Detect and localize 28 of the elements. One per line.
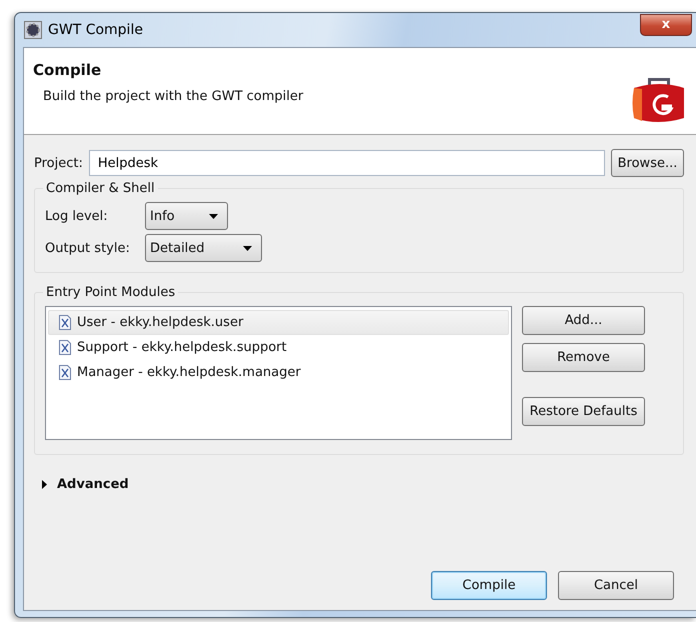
- field-label: Output style:: [45, 240, 131, 256]
- xml-file-icon: [59, 365, 71, 380]
- compile-button[interactable]: Compile: [431, 571, 547, 600]
- gear-icon: [24, 21, 42, 39]
- project-label: Project:: [34, 156, 83, 170]
- close-button[interactable]: x: [640, 14, 692, 36]
- browse-button[interactable]: Browse...: [611, 149, 684, 177]
- window-title: GWT Compile: [48, 22, 143, 38]
- group-title: Entry Point Modules: [45, 285, 176, 300]
- field-label: Log level:: [45, 208, 109, 224]
- module-item[interactable]: User - ekky.helpdesk.user: [48, 310, 509, 335]
- project-field[interactable]: Helpdesk: [88, 150, 605, 176]
- module-button[interactable]: Restore Defaults: [522, 397, 645, 426]
- module-button[interactable]: Remove: [522, 343, 645, 372]
- xml-file-icon: [59, 340, 71, 355]
- module-button[interactable]: Add...: [522, 306, 645, 335]
- dropdown[interactable]: Detailed: [145, 234, 262, 262]
- group-title: Compiler & Shell: [45, 181, 156, 196]
- module-item[interactable]: Manager - ekky.helpdesk.manager: [48, 360, 509, 385]
- xml-file-icon: [59, 315, 71, 330]
- cancel-button[interactable]: Cancel: [558, 571, 674, 600]
- page-description: Build the project with the GWT compiler: [43, 89, 304, 104]
- page-title: Compile: [33, 61, 102, 79]
- dropdown-arrow-icon: [209, 214, 218, 218]
- advanced-toggle[interactable]: Advanced: [42, 477, 129, 492]
- dropdown-arrow-icon: [243, 246, 252, 250]
- dropdown[interactable]: Info: [145, 202, 228, 230]
- module-item[interactable]: Support - ekky.helpdesk.support: [48, 335, 509, 360]
